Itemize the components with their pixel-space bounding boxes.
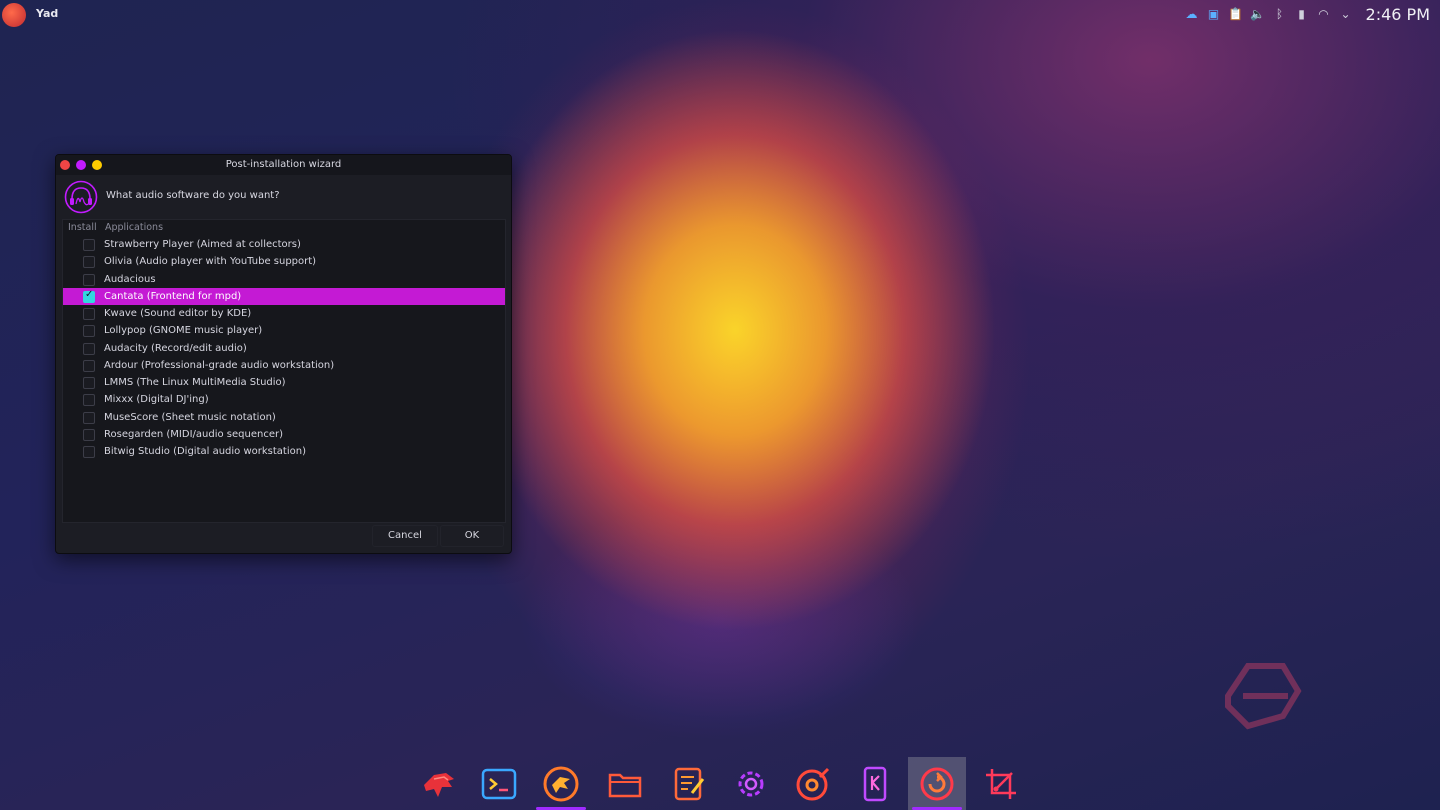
application-label: MuseScore (Sheet music notation) <box>104 411 276 423</box>
column-install[interactable]: Install <box>68 222 97 233</box>
files-icon <box>608 773 642 797</box>
cancel-button[interactable]: Cancel <box>372 525 438 547</box>
list-item[interactable]: Ardour (Professional-grade audio worksta… <box>63 357 505 374</box>
dock-item-files[interactable] <box>596 757 654 810</box>
garuda-browser-icon <box>543 766 579 801</box>
dialog-title: Post-installation wizard <box>225 159 342 170</box>
garuda-eagle-icon <box>424 772 454 797</box>
text-editor-icon <box>674 767 705 800</box>
list-item[interactable]: Kwave (Sound editor by KDE) <box>63 305 505 322</box>
list-item[interactable]: LMMS (The Linux MultiMedia Studio) <box>63 374 505 391</box>
garuda-menu-icon[interactable] <box>2 3 26 27</box>
install-checkbox[interactable] <box>83 325 95 338</box>
list-item[interactable]: Mixxx (Digital DJ'ing) <box>63 391 505 408</box>
application-label: Cantata (Frontend for mpd) <box>104 290 242 302</box>
dock-item-garuda-eagle[interactable] <box>410 757 468 810</box>
ok-button[interactable]: OK <box>440 525 504 547</box>
application-label: Olivia (Audio player with YouTube suppor… <box>104 256 317 268</box>
list-item[interactable]: Lollypop (GNOME music player) <box>63 322 505 339</box>
top-panel: Yad ☁ ▣ 📋 🔈 ᛒ ▮ ◠ ⌄ 2:46 PM <box>0 0 1440 28</box>
clipboard-icon[interactable]: 📋 <box>1228 6 1244 22</box>
list-item[interactable]: Audacious <box>63 271 505 288</box>
screenshot-icon[interactable]: ▣ <box>1206 6 1222 22</box>
install-checkbox[interactable] <box>83 359 95 372</box>
bluetooth-icon[interactable]: ᛒ <box>1272 6 1288 22</box>
dialog-header: What audio software do you want? <box>56 175 511 219</box>
install-checkbox[interactable] <box>83 256 95 269</box>
dialog-question: What audio software do you want? <box>106 190 280 201</box>
application-label: Strawberry Player (Aimed at collectors) <box>104 239 301 250</box>
chevron-down-icon[interactable]: ⌄ <box>1338 6 1354 22</box>
dock-item-garuda-update[interactable] <box>908 757 966 810</box>
dock-item-music-player[interactable] <box>784 757 842 810</box>
dock-item-kdeconnect[interactable] <box>846 757 904 810</box>
garuda-update-icon <box>920 767 954 800</box>
dock-item-browser[interactable] <box>532 757 590 810</box>
install-checkbox[interactable] <box>83 394 95 407</box>
list-item[interactable]: Bitwig Studio (Digital audio workstation… <box>63 443 505 460</box>
volume-icon[interactable]: 🔈 <box>1250 6 1266 22</box>
application-label: LMMS (The Linux MultiMedia Studio) <box>104 377 286 388</box>
install-checkbox[interactable] <box>83 428 95 441</box>
system-tray: ☁ ▣ 📋 🔈 ᛒ ▮ ◠ ⌄ 2:46 PM <box>1184 0 1440 28</box>
install-checkbox-checked[interactable] <box>83 289 95 303</box>
dock-item-screenshot-crop[interactable] <box>972 757 1030 810</box>
cloud-icon[interactable]: ☁ <box>1184 6 1200 22</box>
list-item[interactable]: Strawberry Player (Aimed at collectors) <box>63 236 505 253</box>
screenshot-crop-icon <box>986 768 1016 799</box>
list-item[interactable]: Olivia (Audio player with YouTube suppor… <box>63 253 505 270</box>
dock-item-terminal[interactable] <box>470 757 528 810</box>
kdeconnect-icon <box>863 766 887 801</box>
list-item[interactable]: Audacity (Record/edit audio) <box>63 340 505 357</box>
wifi-icon[interactable]: ◠ <box>1316 6 1332 22</box>
clock[interactable]: 2:46 PM <box>1366 5 1430 24</box>
active-app-name: Yad <box>36 7 59 20</box>
install-checkbox[interactable] <box>83 239 95 251</box>
list-item-selected[interactable]: Cantata (Frontend for mpd) <box>63 287 505 305</box>
battery-icon[interactable]: ▮ <box>1294 6 1310 22</box>
applications-list: Install Applications Strawberry Player (… <box>62 219 506 523</box>
headphones-icon <box>64 180 98 214</box>
terminal-icon <box>481 768 517 799</box>
install-checkbox[interactable] <box>83 308 95 320</box>
install-checkbox[interactable] <box>83 446 95 458</box>
application-label: Audacity (Record/edit audio) <box>104 342 247 354</box>
dock-item-settings[interactable] <box>722 757 780 810</box>
column-applications[interactable]: Applications <box>105 222 163 233</box>
music-player-icon <box>796 767 830 800</box>
application-label: Audacious <box>104 273 156 285</box>
list-item[interactable]: MuseScore (Sheet music notation) <box>63 409 505 426</box>
dialog-titlebar[interactable]: Post-installation wizard <box>56 155 511 175</box>
application-label: Mixxx (Digital DJ'ing) <box>104 394 209 406</box>
application-label: Kwave (Sound editor by KDE) <box>104 308 252 319</box>
dock-item-text-editor[interactable] <box>660 757 718 810</box>
application-label: Lollypop (GNOME music player) <box>104 325 263 337</box>
list-item[interactable]: Rosegarden (MIDI/audio sequencer) <box>63 426 505 443</box>
post-install-dialog: Post-installation wizard What audio soft… <box>55 154 512 554</box>
application-label: Ardour (Professional-grade audio worksta… <box>104 359 335 371</box>
install-checkbox[interactable] <box>83 273 95 286</box>
dock <box>410 757 1030 810</box>
garuda-watermark-icon <box>1225 663 1302 730</box>
application-label: Rosegarden (MIDI/audio sequencer) <box>104 428 283 440</box>
install-checkbox[interactable] <box>83 377 95 389</box>
settings-icon <box>738 771 764 796</box>
application-label: Bitwig Studio (Digital audio workstation… <box>104 446 306 457</box>
list-header: Install Applications <box>63 220 505 236</box>
install-checkbox[interactable] <box>83 411 95 424</box>
install-checkbox[interactable] <box>83 342 95 355</box>
